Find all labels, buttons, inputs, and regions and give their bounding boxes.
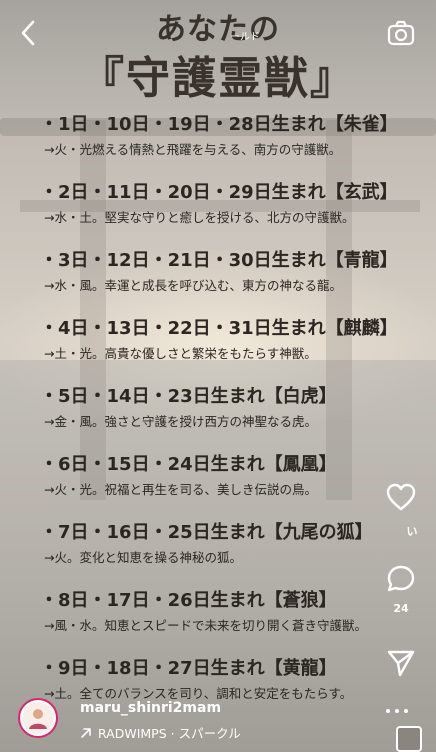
- like-button[interactable]: [384, 480, 418, 514]
- more-options-button[interactable]: [386, 704, 408, 718]
- entry-description: →風・水。知恵とスピードで未来を切り開く蒼き守護獣。: [44, 618, 367, 633]
- entry-description: →水・土。堅実な守りと癒しを授ける、北方の守護獣。: [44, 210, 355, 225]
- entry-days: ・3日・12日・21日・30日生まれ【青龍】: [40, 250, 398, 271]
- entry-days: ・7日・16日・25日生まれ【九尾の狐】: [40, 522, 373, 543]
- entry-days: ・6日・15日・24日生まれ【鳳凰】: [40, 454, 337, 475]
- entry-description: →金・風。強さと守護を授け西方の神聖なる虎。: [44, 414, 317, 429]
- entry-days: ・8日・17日・26日生まれ【蒼狼】: [40, 590, 337, 611]
- send-icon: [387, 650, 415, 677]
- camera-icon: [387, 20, 415, 46]
- entry-days: ・9日・18日・27日生まれ【黄龍】: [40, 658, 337, 679]
- author-username[interactable]: maru_shinri2mam: [80, 700, 221, 716]
- entry-description: →火。変化と知恵を操る神秘の狐。: [44, 550, 242, 565]
- side-char: い: [406, 525, 418, 538]
- music-track-label: RADWIMPS · スパークル: [98, 726, 241, 741]
- entry-description: →水・風。幸運と成長を呼び込む、東方の神なる龍。: [44, 278, 342, 293]
- title-small-text: ールド: [230, 32, 260, 43]
- camera-button[interactable]: [386, 18, 416, 48]
- page-title: 『守護霊獣』: [80, 53, 356, 104]
- comment-icon: [387, 565, 415, 592]
- entry-days: ・2日・11日・20日・29日生まれ【玄武】: [40, 182, 398, 203]
- back-button[interactable]: [14, 18, 42, 48]
- entry-days: ・5日・14日・23日生まれ【白虎】: [40, 386, 337, 407]
- entry-days: ・1日・10日・19日・28日生まれ【朱雀】: [40, 114, 398, 135]
- avatar-illustration-icon: [22, 702, 54, 734]
- comment-button[interactable]: [384, 562, 418, 596]
- music-track[interactable]: RADWIMPS · スパークル: [80, 723, 241, 742]
- chevron-left-icon: [21, 20, 35, 46]
- entry-description: →火・光燃える情熱と飛躍を与える、南方の守護獣。: [44, 142, 342, 157]
- music-arrow-icon: [81, 727, 91, 738]
- entry-description: →火・光。祝福と再生を司る、美しき伝説の鳥。: [44, 482, 317, 497]
- audio-thumbnail[interactable]: [396, 726, 422, 752]
- comment-count: 24: [393, 602, 409, 615]
- more-icon: [386, 709, 390, 713]
- heart-icon: [386, 483, 416, 511]
- entry-description: →土・光。高貴な優しさと繁栄をもたらす神獣。: [44, 346, 317, 361]
- entry-days: ・4日・13日・22日・31日生まれ【麒麟】: [40, 318, 398, 339]
- share-button[interactable]: [384, 646, 418, 680]
- avatar[interactable]: [18, 698, 58, 738]
